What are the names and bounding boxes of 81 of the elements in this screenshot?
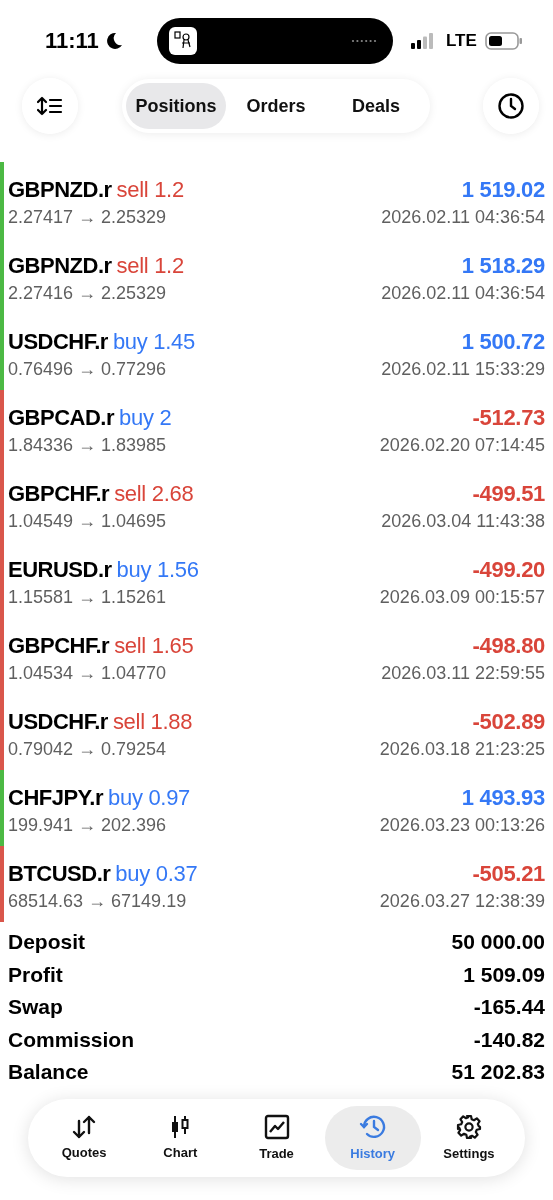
prices-text: 68514.63 → 67149.19 xyxy=(8,890,187,912)
time-text: 2026.02.11 04:36:54 xyxy=(381,282,545,304)
summary-value: 1 509.09 xyxy=(463,962,545,987)
profit-text: -505.21 xyxy=(472,860,545,887)
up-down-arrows-icon xyxy=(71,1115,98,1139)
time-text: 2026.02.11 04:36:54 xyxy=(381,206,545,228)
profit-text: 1 493.93 xyxy=(461,784,545,811)
candlestick-icon xyxy=(169,1115,192,1139)
prices-text: 2.27416 → 2.25329 xyxy=(8,282,167,304)
symbol-text: USDCHF.r xyxy=(8,328,108,355)
symbol-text: GBPCAD.r xyxy=(8,404,114,431)
summary-label: Profit xyxy=(8,962,63,987)
moon-icon xyxy=(105,32,123,50)
dots-icon xyxy=(351,39,377,43)
profit-text: 1 519.02 xyxy=(461,176,545,203)
nav-tab[interactable]: Trade xyxy=(228,1105,325,1170)
side-volume-text: buy 2 xyxy=(119,404,172,431)
battery-icon xyxy=(485,32,523,50)
time-text: 2026.03.23 00:13:26 xyxy=(379,814,545,836)
line-chart-icon xyxy=(263,1114,290,1140)
profit-text: -499.51 xyxy=(472,480,545,507)
side-volume-text: sell 2.68 xyxy=(114,480,194,507)
tab[interactable]: Deals xyxy=(326,83,426,129)
profit-text: 1 518.29 xyxy=(461,252,545,279)
prices-text: 1.15581 → 1.15261 xyxy=(8,586,167,608)
prices-text: 1.84336 → 1.83985 xyxy=(8,434,167,456)
nav-tab[interactable]: Quotes xyxy=(36,1105,133,1170)
symbol-text: GBPNZD.r xyxy=(8,252,112,279)
summary-value: -165.44 xyxy=(473,995,545,1020)
symbol-text: CHFJPY.r xyxy=(8,784,104,811)
time-text: 2026.02.20 07:14:45 xyxy=(379,434,545,456)
status-time: 11:11 xyxy=(45,28,99,54)
prices-text: 199.941 → 202.396 xyxy=(8,814,167,836)
time-text: 2026.03.04 11:43:38 xyxy=(381,510,545,532)
side-volume-text: buy 1.45 xyxy=(112,328,195,355)
prices-text: 0.79042 → 0.79254 xyxy=(8,738,167,760)
side-volume-text: sell 1.65 xyxy=(114,632,194,659)
time-text: 2026.03.09 00:15:57 xyxy=(379,586,545,608)
summary-label: Balance xyxy=(8,1060,89,1085)
time-text: 2026.03.27 12:38:39 xyxy=(379,890,545,912)
summary-label: Swap xyxy=(8,995,63,1020)
side-volume-text: buy 0.37 xyxy=(115,860,198,887)
side-volume-text: buy 0.97 xyxy=(108,784,191,811)
side-volume-text: buy 1.56 xyxy=(116,556,199,583)
history-icon xyxy=(358,1114,387,1140)
side-volume-text: sell 1.2 xyxy=(116,176,184,203)
network-label: LTE xyxy=(446,31,477,51)
settings-icon xyxy=(455,1114,482,1140)
tab[interactable]: Orders xyxy=(226,83,326,129)
summary-value: 51 202.83 xyxy=(451,1060,545,1085)
summary-value: -140.82 xyxy=(473,1027,545,1052)
symbol-text: GBPCHF.r xyxy=(8,480,110,507)
tab[interactable]: Positions xyxy=(126,83,226,129)
profit-text: -499.20 xyxy=(472,556,545,583)
summary-label: Commission xyxy=(8,1027,135,1052)
profit-text: 1 500.72 xyxy=(461,328,545,355)
summary-value: 50 000.00 xyxy=(451,930,545,955)
nav-tab[interactable]: Chart xyxy=(132,1105,229,1170)
prices-text: 0.76496 → 0.77296 xyxy=(8,358,167,380)
sort-icon xyxy=(37,96,63,116)
prices-text: 1.04534 → 1.04770 xyxy=(8,662,167,684)
time-text: 2026.02.11 15:33:29 xyxy=(381,358,545,380)
profit-text: -502.89 xyxy=(472,708,545,735)
signal-icon xyxy=(411,33,435,49)
profit-text: -512.73 xyxy=(472,404,545,431)
time-text: 2026.03.18 21:23:25 xyxy=(379,738,545,760)
symbol-text: USDCHF.r xyxy=(8,708,108,735)
nav-tab[interactable]: Settings xyxy=(420,1105,517,1170)
time-text: 2026.03.11 22:59:55 xyxy=(381,662,545,684)
profit-text: -498.80 xyxy=(472,632,545,659)
prices-text: 1.04549 → 1.04695 xyxy=(8,510,167,532)
summary-label: Deposit xyxy=(8,930,85,955)
symbol-text: GBPNZD.r xyxy=(8,176,112,203)
clock-icon xyxy=(497,92,525,120)
side-volume-text: sell 1.88 xyxy=(112,708,193,735)
prices-text: 2.27417 → 2.25329 xyxy=(8,206,167,228)
app-icon xyxy=(169,27,197,55)
symbol-text: GBPCHF.r xyxy=(8,632,110,659)
side-volume-text: sell 1.2 xyxy=(116,252,184,279)
symbol-text: BTCUSD.r xyxy=(8,860,111,887)
symbol-text: EURUSD.r xyxy=(8,556,112,583)
